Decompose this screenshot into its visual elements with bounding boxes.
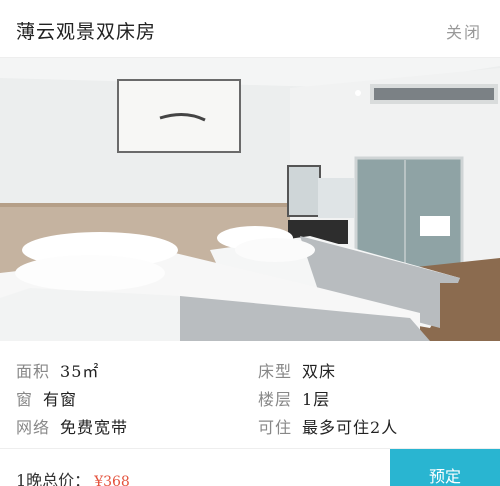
detail-value: 最多可住2人 [302,418,399,437]
price-label: 1晚总价： [16,471,91,486]
detail-label: 可住 [258,418,293,437]
detail-network: 网络 免费宽带 [16,414,128,438]
header: 薄云观景双床房 关闭 [0,0,500,58]
detail-floor: 楼层 1层 [258,386,330,410]
detail-label: 面积 [16,362,51,381]
detail-value: 免费宽带 [60,418,129,437]
detail-label: 楼层 [258,390,293,409]
detail-value: 1层 [302,390,331,409]
detail-label: 床型 [258,362,293,381]
room-details: 面积 35㎡ 床型 双床 窗有窗 楼层 1层 网络 免费宽带 可住 最多可住2人 [0,352,500,442]
detail-value: 35㎡ [60,362,100,381]
footer-bar: 1晚总价： ¥368 预定 [0,448,500,486]
price-value: ¥368 [94,474,130,486]
detail-area: 面积 35㎡ [16,358,99,382]
room-photo [0,58,500,341]
close-button[interactable]: 关闭 [446,19,482,43]
detail-window: 窗有窗 [16,386,77,410]
detail-bed-type: 床型 双床 [258,358,336,382]
detail-label: 窗 [16,390,34,409]
detail-value: 双床 [302,362,337,381]
book-button[interactable]: 预定 [390,449,500,486]
price-summary: 1晚总价： ¥368 [16,467,130,486]
detail-value: 有窗 [43,390,78,409]
room-title: 薄云观景双床房 [16,21,157,43]
detail-label: 网络 [16,418,51,437]
detail-occupancy: 可住 最多可住2人 [258,414,398,438]
